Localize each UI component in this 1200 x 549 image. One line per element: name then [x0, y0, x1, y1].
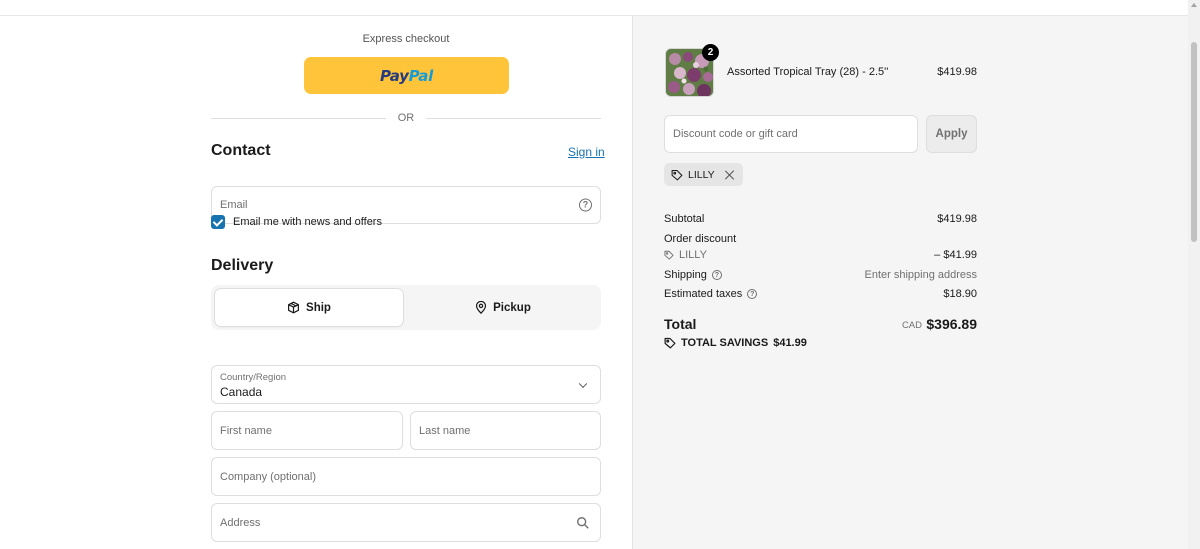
- top-header-bar: [0, 0, 1188, 16]
- help-icon[interactable]: ?: [711, 270, 722, 280]
- sign-in-link[interactable]: Sign in: [568, 145, 605, 159]
- last-name-field[interactable]: Last name: [410, 411, 601, 450]
- shipping-value: Enter shipping address: [864, 269, 977, 281]
- tag-icon: [664, 250, 674, 260]
- country-region-value: Canada: [220, 385, 263, 399]
- order-discount-label: Order discount: [664, 233, 737, 245]
- subtotal-value: $419.98: [937, 213, 977, 225]
- ship-option[interactable]: Ship: [215, 289, 403, 326]
- location-pin-icon: [476, 301, 487, 314]
- scroll-up-arrow-icon[interactable]: [1191, 3, 1197, 7]
- tag-icon: [664, 337, 676, 349]
- total-savings-row: TOTAL SAVINGS $41.99: [664, 337, 807, 349]
- ship-option-label: Ship: [306, 301, 331, 314]
- applied-discount-chip: LILLY: [664, 163, 743, 186]
- company-placeholder: Company (optional): [220, 470, 316, 483]
- express-checkout-label: Express checkout: [362, 33, 450, 45]
- country-region-select[interactable]: Country/Region Canada: [211, 365, 601, 404]
- pickup-option[interactable]: Pickup: [409, 289, 597, 326]
- product-price: $419.98: [937, 66, 977, 78]
- discount-code-input[interactable]: Discount code or gift card: [664, 115, 918, 153]
- contact-heading: Contact: [211, 142, 271, 159]
- savings-label: TOTAL SAVINGS: [681, 337, 769, 349]
- product-name: Assorted Tropical Tray (28) - 2.5'': [727, 66, 889, 78]
- taxes-row: Estimated taxes ?: [664, 288, 758, 300]
- help-icon[interactable]: ?: [579, 198, 592, 212]
- chevron-down-icon: [578, 379, 588, 388]
- address-field[interactable]: Address: [211, 503, 601, 542]
- newsletter-option: Email me with news and offers: [211, 215, 382, 229]
- search-icon: [577, 516, 589, 529]
- subtotal-label: Subtotal: [664, 213, 705, 225]
- divider-line: [426, 117, 601, 119]
- or-text: OR: [397, 112, 415, 124]
- paypal-logo: PayPal: [380, 66, 433, 85]
- taxes-label: Estimated taxes: [664, 288, 743, 300]
- first-name-field[interactable]: First name: [211, 411, 403, 450]
- pickup-option-label: Pickup: [493, 301, 531, 314]
- discount-value: – $41.99: [934, 249, 977, 261]
- shipping-label: Shipping: [664, 269, 707, 281]
- divider-line: [211, 117, 386, 119]
- savings-value: $41.99: [773, 337, 807, 349]
- package-icon: [288, 301, 300, 314]
- order-summary-panel: [632, 16, 1188, 549]
- applied-code-text: LILLY: [688, 168, 715, 181]
- discount-code-row: LILLY: [664, 249, 707, 261]
- taxes-value: $18.90: [943, 288, 977, 300]
- help-icon[interactable]: ?: [747, 289, 758, 299]
- newsletter-checkbox[interactable]: [211, 215, 225, 229]
- paypal-button[interactable]: PayPal: [304, 57, 509, 94]
- total-label: Total: [664, 316, 697, 332]
- discount-placeholder: Discount code or gift card: [673, 128, 798, 140]
- or-divider: OR: [211, 111, 601, 125]
- company-field[interactable]: Company (optional): [211, 457, 601, 496]
- delivery-heading: Delivery: [211, 257, 274, 274]
- shipping-row: Shipping ?: [664, 269, 722, 281]
- total-value: $396.89: [926, 316, 977, 332]
- quantity-badge: 2: [702, 44, 719, 61]
- page-scrollbar[interactable]: [1188, 0, 1200, 549]
- tag-icon: [671, 169, 683, 180]
- delivery-method-toggle: Ship Pickup: [211, 285, 601, 330]
- country-region-label: Country/Region: [220, 372, 287, 383]
- last-name-placeholder: Last name: [419, 424, 471, 437]
- apply-button[interactable]: Apply: [926, 115, 977, 153]
- close-icon[interactable]: [725, 170, 735, 180]
- first-name-placeholder: First name: [220, 424, 272, 437]
- address-placeholder: Address: [220, 516, 261, 529]
- newsletter-label: Email me with news and offers: [233, 216, 382, 228]
- discount-code-text: LILLY: [679, 249, 707, 261]
- email-placeholder: Email: [220, 199, 248, 211]
- scrollbar-thumb[interactable]: [1191, 42, 1197, 242]
- total-currency: CAD: [901, 320, 922, 331]
